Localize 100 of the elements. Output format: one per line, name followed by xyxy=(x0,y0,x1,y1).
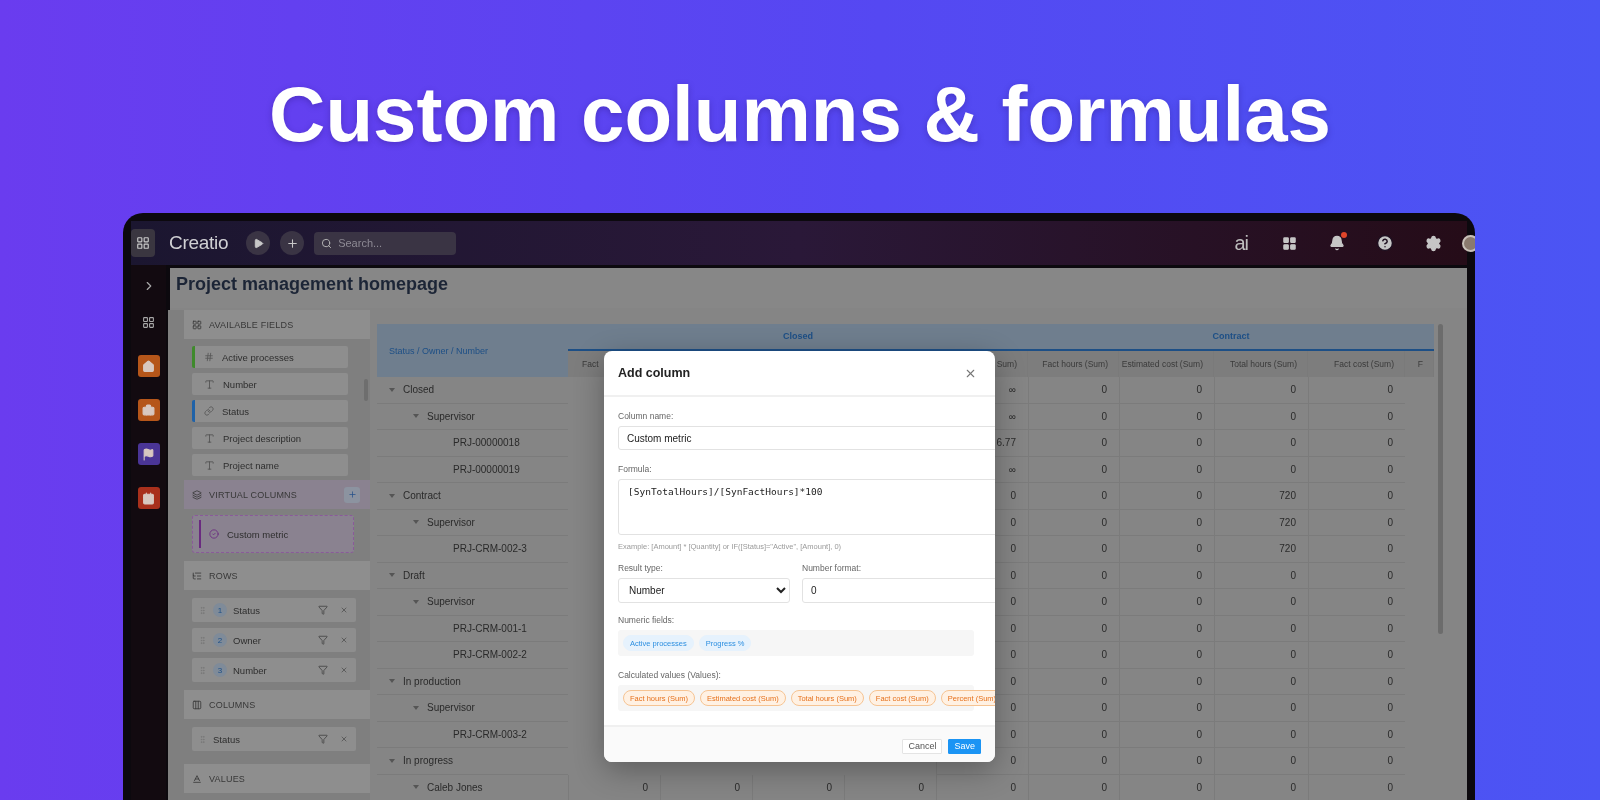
order-badge: 3 xyxy=(213,663,227,677)
table-cell: 720 xyxy=(1214,509,1308,536)
row-header-cell[interactable]: Supervisor xyxy=(377,695,568,722)
row-header-cell[interactable]: PRJ-CRM-001-1 xyxy=(377,615,568,642)
virtual-column-card[interactable]: Custom metric xyxy=(192,515,354,553)
table-cell: 0 xyxy=(1119,483,1214,510)
table-cell: 0 xyxy=(1028,562,1119,589)
caret-icon[interactable] xyxy=(413,785,419,790)
table-cell: 0 xyxy=(1119,695,1214,722)
row-header-cell[interactable]: Closed xyxy=(377,377,568,404)
table-cell: 0 xyxy=(1028,403,1119,430)
search-field[interactable]: Search... xyxy=(314,231,457,255)
ai-label[interactable]: ai xyxy=(1234,231,1248,255)
table-cell: 0 xyxy=(568,774,660,800)
calendar-icon[interactable] xyxy=(137,487,160,509)
remove-icon[interactable] xyxy=(340,636,348,644)
avatar[interactable] xyxy=(1462,234,1475,252)
virtual-column-label: Custom metric xyxy=(227,528,289,540)
table-cell: 0 xyxy=(1308,509,1405,536)
formula-field[interactable]: [SynTotalHours]/[SynFactHours]*100 xyxy=(618,479,995,535)
table-cell: 0 xyxy=(1119,721,1214,748)
caret-icon[interactable] xyxy=(413,705,419,710)
cancel-button[interactable]: Cancel xyxy=(902,738,943,754)
table-cell: 0 xyxy=(1028,589,1119,616)
banner-title: Custom columns & formulas xyxy=(269,72,1331,156)
table-cell: 0 xyxy=(1308,774,1405,800)
table-cell: 0 xyxy=(1028,642,1119,669)
table-cell: 0 xyxy=(1028,721,1119,748)
table-cell: 0 xyxy=(1119,536,1214,563)
order-badge: 2 xyxy=(213,633,227,647)
table-cell: 0 xyxy=(1028,483,1119,510)
row-header-cell[interactable]: Caleb Jones xyxy=(377,774,568,800)
columns-icon xyxy=(192,699,202,710)
remove-icon[interactable] xyxy=(340,666,348,674)
caret-icon[interactable] xyxy=(413,520,419,525)
remove-icon[interactable] xyxy=(340,606,348,614)
row-header-cell[interactable]: PRJ-CRM-002-2 xyxy=(377,642,568,669)
scrollbar[interactable] xyxy=(1438,324,1443,634)
row-field-item[interactable]: 3 Number xyxy=(192,658,356,682)
row-field-item[interactable]: 1 Status xyxy=(192,598,356,622)
row-header-cell[interactable]: In progress xyxy=(377,748,568,775)
field-item[interactable]: Number xyxy=(192,373,348,395)
row-header-cell[interactable]: PRJ-CRM-003-2 xyxy=(377,721,568,748)
group-header: Closed xyxy=(568,324,1028,351)
caret-icon[interactable] xyxy=(389,493,395,498)
column-header: Total hours (Sum) xyxy=(1214,350,1308,377)
briefcase-icon[interactable] xyxy=(137,399,160,421)
column-header: Estimated cost (Sum) xyxy=(1119,350,1214,377)
row-header-cell[interactable]: Contract xyxy=(377,483,568,510)
flag-icon[interactable] xyxy=(137,443,160,465)
row-header-cell[interactable]: Supervisor xyxy=(377,589,568,616)
caret-icon[interactable] xyxy=(389,679,395,684)
apps-icon xyxy=(136,236,150,250)
column-name-field[interactable]: Custom metric xyxy=(618,426,995,450)
caret-icon[interactable] xyxy=(389,758,395,763)
caret-icon[interactable] xyxy=(389,387,395,392)
row-header-cell[interactable]: PRJ-00000018 xyxy=(377,430,568,457)
plus-icon xyxy=(285,236,299,250)
row-header-cell[interactable]: Supervisor xyxy=(377,403,568,430)
field-item[interactable]: Project description xyxy=(192,427,348,449)
table-cell: 0 xyxy=(1119,642,1214,669)
caret-icon[interactable] xyxy=(413,414,419,419)
row-header-cell[interactable]: In production xyxy=(377,668,568,695)
field-item[interactable]: Status xyxy=(192,400,348,422)
row-field-item[interactable]: 2 Owner xyxy=(192,628,356,652)
table-cell: 0 xyxy=(1214,642,1308,669)
table-cell: 0 xyxy=(1214,456,1308,483)
rows-icon xyxy=(192,570,202,581)
text-icon xyxy=(204,432,215,444)
home-icon[interactable] xyxy=(137,355,160,377)
table-cell: 0 xyxy=(1119,615,1214,642)
field-item[interactable]: Active processes xyxy=(192,346,348,368)
text-icon xyxy=(204,378,215,390)
table-cell: 0 xyxy=(1214,668,1308,695)
column-field-item[interactable]: Status xyxy=(192,727,356,751)
table-cell: 0 xyxy=(1119,430,1214,457)
check-circle-icon xyxy=(209,529,219,539)
play-button[interactable] xyxy=(246,231,271,255)
row-header-cell[interactable]: PRJ-00000019 xyxy=(377,456,568,483)
row-header-cell[interactable]: Supervisor xyxy=(377,509,568,536)
save-button[interactable]: Save xyxy=(948,738,981,754)
filter-icon[interactable] xyxy=(318,734,328,744)
table-cell: 0 xyxy=(1214,615,1308,642)
row-header-cell[interactable]: PRJ-CRM-002-3 xyxy=(377,536,568,563)
apps-button[interactable] xyxy=(131,229,155,257)
row-header-cell[interactable]: Draft xyxy=(377,562,568,589)
help-icon[interactable] xyxy=(1374,232,1396,254)
caret-icon[interactable] xyxy=(389,573,395,578)
table-cell: 0 xyxy=(1308,589,1405,616)
table-cell: 0 xyxy=(1028,615,1119,642)
add-button[interactable] xyxy=(280,231,305,255)
remove-icon[interactable] xyxy=(340,735,348,743)
filter-icon[interactable] xyxy=(318,605,328,615)
filter-icon[interactable] xyxy=(318,635,328,645)
table-cell: 0 xyxy=(1214,721,1308,748)
number-format-field[interactable]: 0 xyxy=(802,578,995,603)
field-item[interactable]: Project name xyxy=(192,454,348,476)
filter-icon[interactable] xyxy=(318,665,328,675)
result-type-select[interactable]: Number xyxy=(618,578,790,603)
caret-icon[interactable] xyxy=(413,599,419,604)
